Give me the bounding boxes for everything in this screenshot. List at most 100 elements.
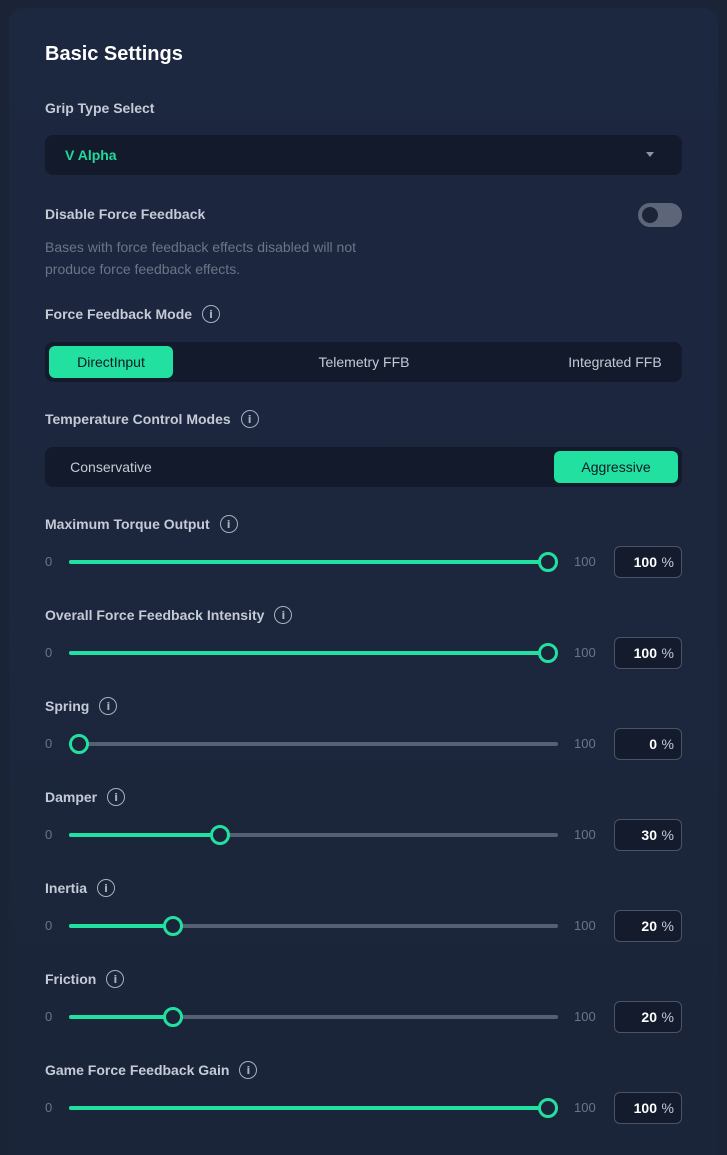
slider-thumb[interactable] [69, 734, 89, 754]
game-ffb-gain-value-input[interactable]: 100% [614, 1092, 682, 1124]
grip-type-label-text: Grip Type Select [45, 100, 155, 116]
temp-mode-segmented-control: Conservative Aggressive [45, 447, 682, 487]
info-icon[interactable]: i [274, 606, 293, 624]
game-ffb-gain-label-text: Game Force Feedback Gain [45, 1062, 230, 1078]
slider-unit: % [661, 554, 674, 570]
friction-value-input[interactable]: 20% [614, 1001, 682, 1033]
ffb-mode-label-text: Force Feedback Mode [45, 306, 193, 322]
slider-max-label: 100 [574, 827, 596, 842]
info-icon[interactable]: i [239, 1061, 258, 1079]
inertia-label-text: Inertia [45, 880, 88, 896]
game-ffb-gain-slider[interactable] [69, 1098, 558, 1118]
max-torque-value-input[interactable]: 100% [614, 546, 682, 578]
slider-unit: % [661, 827, 674, 843]
slider-thumb[interactable] [538, 552, 558, 572]
overall-ffb-intensity-slider[interactable] [69, 643, 558, 663]
info-icon[interactable]: i [240, 410, 259, 428]
slider-fill [69, 651, 548, 655]
slider-min-label: 0 [45, 827, 53, 842]
max-torque-label-text: Maximum Torque Output [45, 516, 210, 532]
slider-min-label: 0 [45, 554, 53, 569]
friction-slider[interactable] [69, 1007, 558, 1027]
slider-max-label: 100 [574, 1100, 596, 1115]
slider-value: 30 [641, 827, 657, 843]
overall-ffb-intensity-value-input[interactable]: 100% [614, 637, 682, 669]
info-icon[interactable]: i [106, 970, 125, 988]
temp-mode-option-conservative[interactable]: Conservative [49, 451, 173, 483]
overall-ffb-intensity-slider-row: 0 100 100% [45, 637, 682, 669]
slider-max-label: 100 [574, 918, 596, 933]
inertia-slider[interactable] [69, 916, 558, 936]
disable-ffb-toggle[interactable] [638, 203, 682, 227]
info-icon[interactable]: i [202, 305, 221, 323]
damper-slider-row: 0 100 30% [45, 819, 682, 851]
slider-min-label: 0 [45, 918, 53, 933]
ffb-mode-segmented-control: DirectInput Telemetry FFB Integrated FFB [45, 342, 682, 382]
slider-unit: % [661, 736, 674, 752]
ffb-mode-label: Force Feedback Mode i [45, 305, 221, 323]
slider-unit: % [661, 1009, 674, 1025]
overall-ffb-intensity-label-text: Overall Force Feedback Intensity [45, 607, 265, 623]
slider-fill [69, 1106, 548, 1110]
info-icon[interactable]: i [99, 697, 118, 715]
info-icon[interactable]: i [97, 879, 116, 897]
info-icon[interactable]: i [107, 788, 126, 806]
disable-ffb-label: Disable Force Feedback [45, 206, 205, 222]
damper-slider[interactable] [69, 825, 558, 845]
spring-slider-row: 0 100 0% [45, 728, 682, 760]
max-torque-slider[interactable] [69, 552, 558, 572]
slider-fill [69, 833, 220, 837]
slider-fill [69, 1015, 173, 1019]
spring-label: Spring i [45, 697, 118, 715]
slider-max-label: 100 [574, 554, 596, 569]
slider-unit: % [661, 918, 674, 934]
spring-label-text: Spring [45, 698, 90, 714]
max-torque-label: Maximum Torque Output i [45, 515, 238, 533]
slider-fill [69, 560, 548, 564]
slider-thumb[interactable] [538, 1098, 558, 1118]
slider-min-label: 0 [45, 1100, 53, 1115]
grip-type-label: Grip Type Select [45, 100, 154, 116]
slider-max-label: 100 [574, 1009, 596, 1024]
inertia-slider-row: 0 100 20% [45, 910, 682, 942]
max-torque-slider-row: 0 100 100% [45, 546, 682, 578]
damper-label: Damper i [45, 788, 126, 806]
damper-label-text: Damper [45, 789, 98, 805]
chevron-down-icon [646, 152, 654, 157]
slider-value: 100 [633, 554, 657, 570]
inertia-label: Inertia i [45, 879, 116, 897]
ffb-mode-option-integrated[interactable]: Integrated FFB [551, 346, 679, 378]
slider-unit: % [661, 645, 674, 661]
inertia-value-input[interactable]: 20% [614, 910, 682, 942]
game-ffb-gain-slider-row: 0 100 100% [45, 1092, 682, 1124]
game-ffb-gain-label: Game Force Feedback Gain i [45, 1061, 258, 1079]
ffb-mode-option-telemetry[interactable]: Telemetry FFB [299, 346, 429, 378]
friction-label: Friction i [45, 970, 125, 988]
slider-value: 20 [641, 1009, 657, 1025]
slider-min-label: 0 [45, 736, 53, 751]
disable-ffb-label-text: Disable Force Feedback [45, 206, 206, 222]
damper-value-input[interactable]: 30% [614, 819, 682, 851]
slider-value: 100 [633, 645, 657, 661]
friction-slider-row: 0 100 20% [45, 1001, 682, 1033]
slider-thumb[interactable] [538, 643, 558, 663]
slider-thumb[interactable] [209, 825, 230, 845]
slider-thumb[interactable] [162, 1007, 183, 1027]
toggle-knob [642, 207, 658, 223]
spring-value-input[interactable]: 0% [614, 728, 682, 760]
info-icon[interactable]: i [219, 515, 238, 533]
temp-mode-option-aggressive[interactable]: Aggressive [554, 451, 678, 483]
slider-max-label: 100 [574, 736, 596, 751]
slider-thumb[interactable] [162, 916, 183, 936]
slider-value: 100 [633, 1100, 657, 1116]
grip-type-select[interactable]: V Alpha [45, 135, 682, 175]
ffb-mode-option-directinput[interactable]: DirectInput [49, 346, 173, 378]
slider-min-label: 0 [45, 645, 53, 660]
temp-mode-label: Temperature Control Modes i [45, 410, 259, 428]
grip-type-value: V Alpha [65, 147, 117, 163]
slider-value: 20 [641, 918, 657, 934]
slider-fill [69, 924, 173, 928]
overall-ffb-intensity-label: Overall Force Feedback Intensity i [45, 606, 293, 624]
slider-max-label: 100 [574, 645, 596, 660]
spring-slider[interactable] [69, 734, 558, 754]
